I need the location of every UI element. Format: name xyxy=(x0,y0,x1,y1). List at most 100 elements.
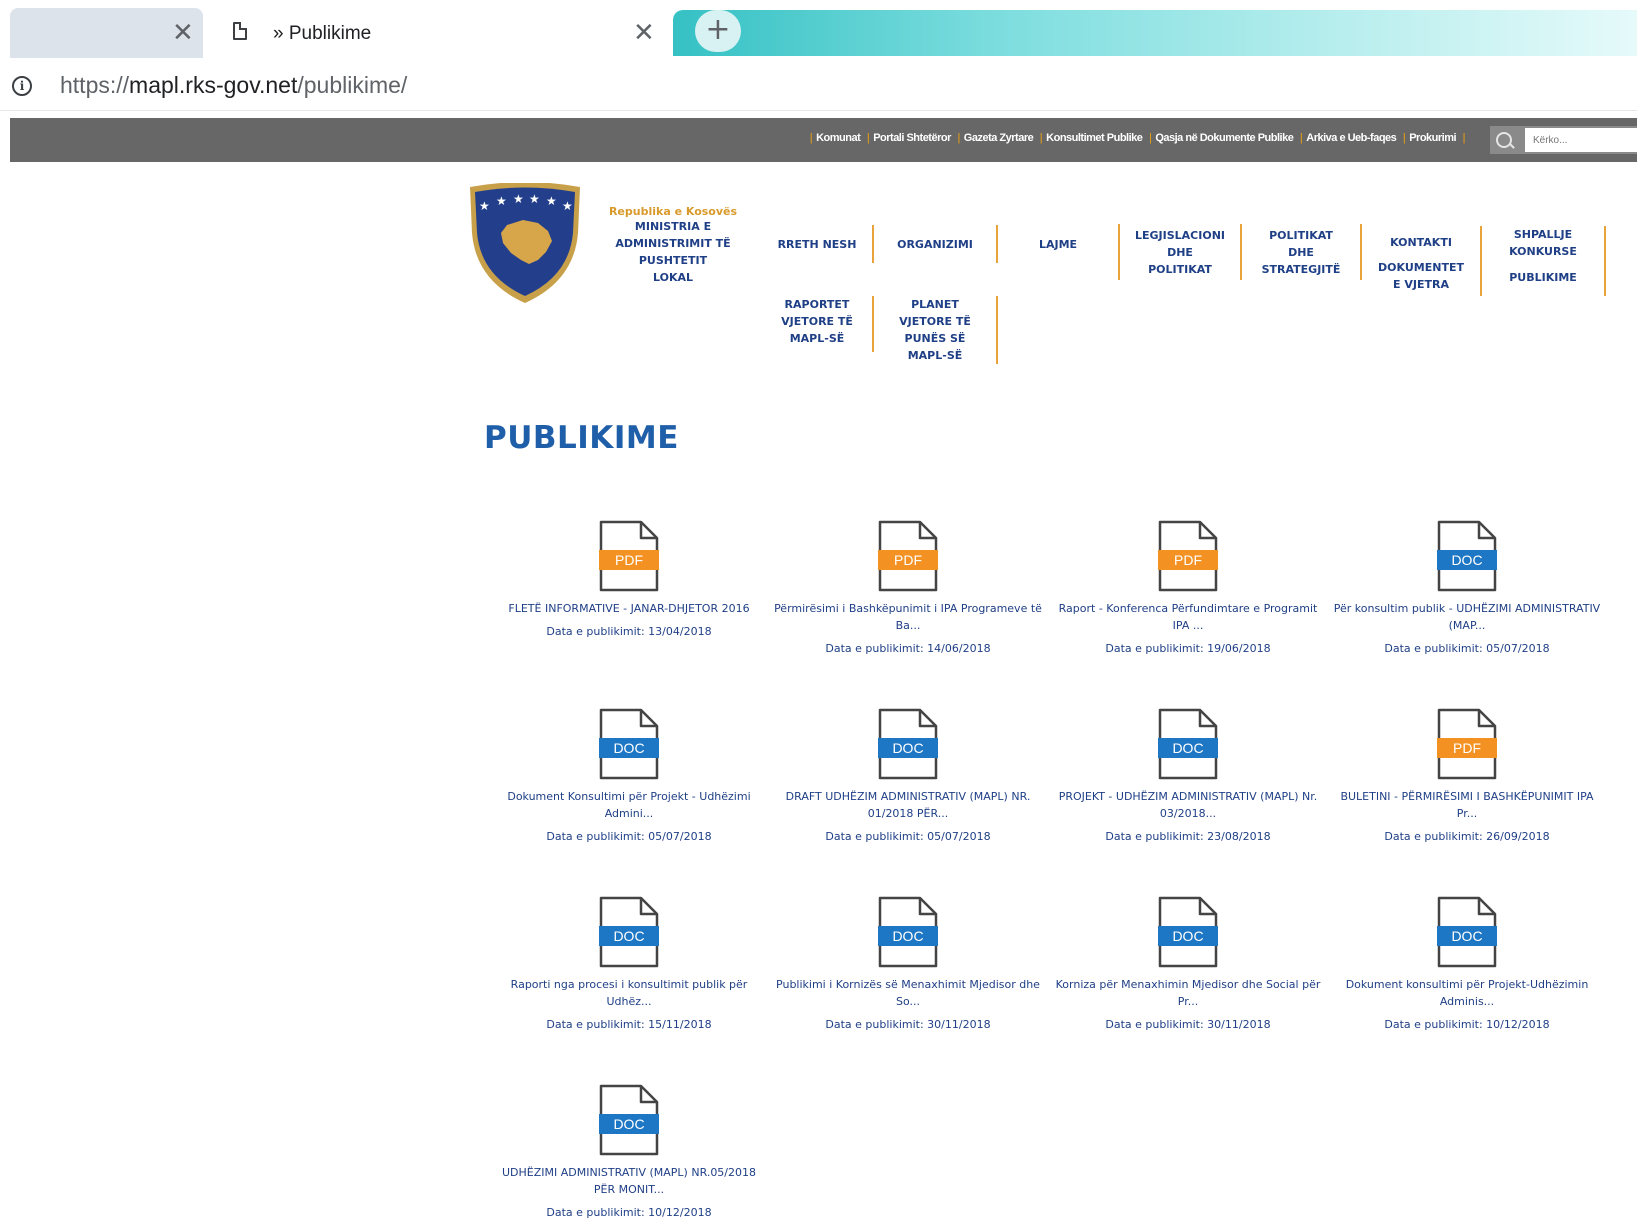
document-file-icon[interactable]: PDF xyxy=(598,520,660,592)
address-bar[interactable]: i https://mapl.rks-gov.net/publikime/ xyxy=(0,62,1637,111)
browser-tab-active[interactable]: » Publikime ✕ xyxy=(203,8,673,58)
publication-title[interactable]: Për konsultim publik - UDHËZIMI ADMINIST… xyxy=(1332,600,1602,634)
top-link-qasja[interactable]: Qasja në Dokumente Publike xyxy=(1155,132,1294,144)
svg-text:★: ★ xyxy=(496,194,507,208)
file-type-label: DOC xyxy=(613,928,644,944)
publication-item[interactable]: DOC PROJEKT - UDHËZIM ADMINISTRATIV (MAPL… xyxy=(1053,708,1323,843)
publication-item[interactable]: PDF Raport - Konferenca Përfundimtare e P… xyxy=(1053,520,1323,655)
nav-politikat[interactable]: POLITIKAT DHE STRATEGJITË xyxy=(1242,224,1362,280)
publication-title[interactable]: DRAFT UDHËZIM ADMINISTRATIV (MAPL) NR. 0… xyxy=(773,788,1043,822)
publication-item[interactable]: PDF Përmirësimi i Bashkëpunimit i IPA Pro… xyxy=(773,520,1043,655)
publication-title[interactable]: Korniza për Menaxhimin Mjedisor dhe Soci… xyxy=(1053,976,1323,1010)
publication-date: Data e publikimit: 30/11/2018 xyxy=(1105,1018,1271,1031)
search-input[interactable] xyxy=(1525,128,1637,152)
svg-text:★: ★ xyxy=(546,194,557,208)
file-type-label: DOC xyxy=(892,740,923,756)
top-link-prokurimi[interactable]: Prokurimi xyxy=(1409,132,1456,144)
document-file-icon[interactable]: DOC xyxy=(1436,520,1498,592)
tabstrip-background xyxy=(673,10,1637,56)
document-file-icon[interactable]: PDF xyxy=(877,520,939,592)
file-type-label: PDF xyxy=(1174,552,1202,568)
document-file-icon[interactable]: DOC xyxy=(1157,896,1219,968)
document-file-icon[interactable]: DOC xyxy=(877,896,939,968)
new-tab-button[interactable]: + xyxy=(695,10,741,52)
site-top-bar: | Komunat | Portali Shtetëror | Gazeta Zyrt… xyxy=(10,118,1637,162)
ministry-line: LOKAL xyxy=(652,271,693,284)
publication-item[interactable]: DOC Publikimi i Kornizës së Menaxhimit Mj… xyxy=(773,896,1043,1031)
document-file-icon[interactable]: DOC xyxy=(1157,708,1219,780)
top-link-portali[interactable]: Portali Shtetëror xyxy=(873,132,951,144)
document-file-icon[interactable]: DOC xyxy=(1436,896,1498,968)
search-icon[interactable] xyxy=(1496,132,1512,148)
nav-shpallje-publikime: SHPALLJE KONKURSE PUBLIKIME xyxy=(1482,226,1606,296)
publication-date: Data e publikimit: 19/06/2018 xyxy=(1105,642,1271,655)
file-type-label: DOC xyxy=(613,1116,644,1132)
publication-item[interactable]: DOC Për konsultim publik - UDHËZIMI ADMIN… xyxy=(1332,520,1602,655)
publication-title[interactable]: Publikimi i Kornizës së Menaxhimit Mjedi… xyxy=(773,976,1043,1010)
nav-legjislacioni[interactable]: LEGJISLACIONI DHE POLITIKAT xyxy=(1118,224,1242,280)
svg-text:★: ★ xyxy=(562,199,573,213)
nav-raportet[interactable]: RAPORTET VJETORE TË MAPL-SË xyxy=(762,296,874,352)
publication-item[interactable]: PDF FLETË INFORMATIVE - JANAR-DHJETOR 201… xyxy=(494,520,764,638)
publication-title[interactable]: FLETË INFORMATIVE - JANAR-DHJETOR 2016 xyxy=(494,600,764,617)
top-link-komunat[interactable]: Komunat xyxy=(816,132,861,144)
publication-item[interactable]: DOC Dokument Konsultimi për Projekt - Udh… xyxy=(494,708,764,843)
document-file-icon[interactable]: DOC xyxy=(598,1084,660,1156)
search-box xyxy=(1490,126,1637,154)
publication-item[interactable]: DOC Raporti nga procesi i konsultimit pub… xyxy=(494,896,764,1031)
file-type-label: DOC xyxy=(892,928,923,944)
file-type-label: PDF xyxy=(894,552,922,568)
url-text[interactable]: https://mapl.rks-gov.net/publikime/ xyxy=(60,72,407,99)
publication-title[interactable]: Dokument konsultimi për Projekt-Udhëzimi… xyxy=(1332,976,1602,1010)
publication-title[interactable]: Raporti nga procesi i konsultimit publik… xyxy=(494,976,764,1010)
svg-text:★: ★ xyxy=(529,192,540,206)
browser-tab-inactive[interactable]: ✕ xyxy=(10,8,203,58)
publication-date: Data e publikimit: 26/09/2018 xyxy=(1384,830,1550,843)
nav-shpallje[interactable]: SHPALLJE xyxy=(1514,226,1572,243)
svg-text:★: ★ xyxy=(479,199,490,213)
nav-shpallje-line2[interactable]: KONKURSE xyxy=(1509,243,1577,260)
ministry-name[interactable]: Republika e Kosovës MINISTRIA E ADMINIST… xyxy=(593,205,753,286)
document-file-icon[interactable]: PDF xyxy=(1157,520,1219,592)
publication-item[interactable]: DOC DRAFT UDHËZIM ADMINISTRATIV (MAPL) NR… xyxy=(773,708,1043,843)
nav-publikime[interactable]: PUBLIKIME xyxy=(1509,269,1577,286)
close-tab-icon[interactable]: ✕ xyxy=(633,20,655,46)
nav-organizimi[interactable]: ORGANIZIMI xyxy=(874,225,998,263)
ministry-line: MINISTRIA E xyxy=(634,220,712,233)
close-tab-icon[interactable]: ✕ xyxy=(172,20,194,46)
publication-title[interactable]: Dokument Konsultimi për Projekt - Udhëzi… xyxy=(494,788,764,822)
file-type-label: PDF xyxy=(615,552,643,568)
publication-date: Data e publikimit: 30/11/2018 xyxy=(825,1018,991,1031)
page-icon xyxy=(233,22,247,40)
publication-title[interactable]: BULETINI - PËRMIRËSIMI I BASHKËPUNIMIT I… xyxy=(1332,788,1602,822)
publication-date: Data e publikimit: 10/12/2018 xyxy=(1384,1018,1550,1031)
republic-label: Republika e Kosovës xyxy=(608,205,738,218)
nav-kontakti[interactable]: KONTAKTI xyxy=(1390,234,1452,251)
document-file-icon[interactable]: PDF xyxy=(1436,708,1498,780)
nav-rreth-nesh[interactable]: RRETH NESH xyxy=(762,225,874,263)
info-icon[interactable]: i xyxy=(12,76,32,96)
publication-item[interactable]: DOC UDHËZIMI ADMINISTRATIV (MAPL) NR.05/2… xyxy=(494,1084,764,1219)
document-file-icon[interactable]: DOC xyxy=(598,708,660,780)
publication-date: Data e publikimit: 23/08/2018 xyxy=(1105,830,1271,843)
nav-lajme[interactable]: LAJME xyxy=(998,225,1118,263)
nav-dokumentet-line2[interactable]: E VJETRA xyxy=(1393,276,1449,293)
publication-date: Data e publikimit: 10/12/2018 xyxy=(546,1206,712,1219)
kosovo-emblem-logo[interactable]: ★ ★ ★ ★ ★ ★ xyxy=(466,183,584,304)
document-file-icon[interactable]: DOC xyxy=(598,896,660,968)
file-type-label: DOC xyxy=(1451,928,1482,944)
nav-planet[interactable]: PLANET VJETORE TË PUNËS SË MAPL-SË xyxy=(874,296,998,364)
publication-item[interactable]: DOC Dokument konsultimi për Projekt-Udhëz… xyxy=(1332,896,1602,1031)
top-link-gazeta[interactable]: Gazeta Zyrtare xyxy=(964,132,1034,144)
top-link-arkiva[interactable]: Arkiva e Ueb-faqes xyxy=(1306,132,1397,144)
top-link-konsultimet[interactable]: Konsultimet Publike xyxy=(1046,132,1143,144)
nav-kontakti-dokumentet: KONTAKTI DOKUMENTET E VJETRA xyxy=(1362,226,1482,296)
publication-title[interactable]: Raport - Konferenca Përfundimtare e Prog… xyxy=(1053,600,1323,634)
document-file-icon[interactable]: DOC xyxy=(877,708,939,780)
publication-item[interactable]: DOC Korniza për Menaxhimin Mjedisor dhe S… xyxy=(1053,896,1323,1031)
nav-dokumentet[interactable]: DOKUMENTET xyxy=(1378,259,1464,276)
publication-title[interactable]: Përmirësimi i Bashkëpunimit i IPA Progra… xyxy=(773,600,1043,634)
publication-title[interactable]: UDHËZIMI ADMINISTRATIV (MAPL) NR.05/2018… xyxy=(494,1164,764,1198)
publication-item[interactable]: PDF BULETINI - PËRMIRËSIMI I BASHKËPUNIMI… xyxy=(1332,708,1602,843)
publication-title[interactable]: PROJEKT - UDHËZIM ADMINISTRATIV (MAPL) N… xyxy=(1053,788,1323,822)
